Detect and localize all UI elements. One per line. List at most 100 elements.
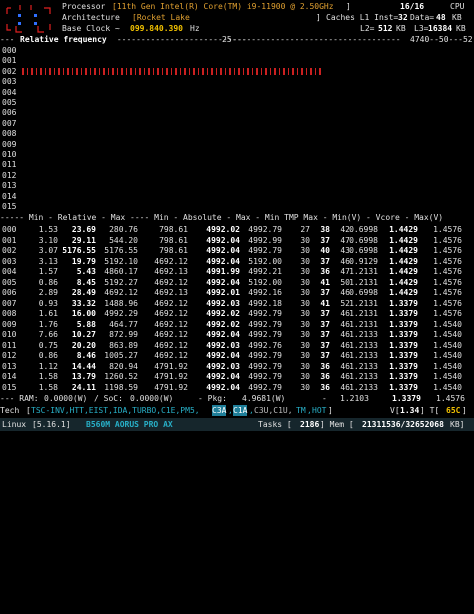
cell-rel: 10.27 xyxy=(71,330,96,339)
temp-label: ] T[ xyxy=(420,406,440,415)
cell-amax: 5192.00 xyxy=(248,277,282,287)
cell-vmax: 1.4576 xyxy=(433,267,462,276)
processor-line: Processor [11th Gen Intel(R) Core(TM) i9… xyxy=(0,1,474,12)
cell-amax: 4992.18 xyxy=(248,298,282,308)
cell-rel: 5176.55 xyxy=(62,246,96,255)
cell-vmin: 1.2131 xyxy=(349,277,378,287)
cell-vmax: 1.4540 xyxy=(433,319,462,329)
cell-amax: 4992.79 xyxy=(248,309,282,318)
pkg-label: - Pkg: xyxy=(198,394,227,403)
l1-data-label: Data= xyxy=(410,13,435,22)
table-row: 009 1.76 5.88 464.77 4692.12 4992.02 4992.79 30… xyxy=(0,319,474,330)
temp-value: 65C xyxy=(446,406,461,415)
cell-amax: 4992.79 xyxy=(248,330,282,339)
cell-amin: 4692.12 xyxy=(154,298,188,308)
cell-vmax: 1.4540 xyxy=(433,361,462,371)
core-id: 001 xyxy=(2,56,17,66)
cell-rel: 28.49 xyxy=(71,288,96,297)
table-row: 007 0.93 33.32 1488.96 4692.12 4992.03 4992.18… xyxy=(0,298,474,309)
cell-abs: 4992.04 xyxy=(206,246,240,255)
cell-id: 014 xyxy=(2,372,17,381)
cell-id: 015 xyxy=(2,382,17,392)
cell-tmp: 37 xyxy=(320,288,330,297)
frequency-row: 012 xyxy=(0,170,474,181)
cell-tmp: 37 xyxy=(320,330,330,339)
cell-tmin: 30 xyxy=(300,340,310,350)
core-id: 009 xyxy=(2,139,17,149)
frequency-row: 000 xyxy=(0,45,474,56)
core-id: 006 xyxy=(2,108,17,118)
cell-max: 1488.96 xyxy=(104,298,138,308)
tasks-label: Tasks [ xyxy=(258,420,292,429)
cell-amin: 4692.12 xyxy=(154,340,188,350)
cell-id: 001 xyxy=(2,235,17,245)
cell-tmin: 30 xyxy=(300,298,310,308)
cell-abs: 4992.04 xyxy=(206,372,240,381)
architecture-close: ] xyxy=(316,13,321,22)
cell-min: 1.57 xyxy=(38,267,58,276)
cell-amax: 4992.79 xyxy=(248,319,282,329)
hz-unit: Hz xyxy=(190,24,200,33)
processor-label: Processor xyxy=(62,2,106,11)
board-name: B560M AORUS PRO AX xyxy=(86,420,173,429)
table-row: 004 1.57 5.43 4860.17 4692.13 4991.99 4992.21 3… xyxy=(0,266,474,277)
cell-amax: 4992.16 xyxy=(248,288,282,297)
core-id: 013 xyxy=(2,181,17,191)
cell-abs: 4992.02 xyxy=(206,309,240,318)
cell-amin: 4692.12 xyxy=(154,330,188,339)
cell-amax: 4992.79 xyxy=(248,225,282,234)
soc-label: / SoC: xyxy=(94,394,123,403)
cell-vcore: 1.3379 xyxy=(389,372,418,381)
ram-power: 0.0000(W) xyxy=(44,394,88,403)
cell-vmin: 1.2131 xyxy=(349,267,378,276)
cell-amin: 4692.13 xyxy=(154,288,188,297)
table-row: 006 2.89 28.49 4692.12 4692.13 4992.01 4992.16… xyxy=(0,287,474,298)
cell-vmin: 1.2133 xyxy=(349,330,378,339)
cell-vmax: 1.4576 xyxy=(433,298,462,308)
kb-unit-3: KB xyxy=(456,24,466,33)
cell-max: 4692.12 xyxy=(104,288,138,297)
terminal-window: Processor [11th Gen Intel(R) Core(TM) i9… xyxy=(0,0,474,440)
cell-abs: 4992.04 xyxy=(206,330,240,339)
cell-id: 008 xyxy=(2,309,17,318)
table-row: 010 7.66 10.27 872.99 4692.12 4992.04 4992.79 3… xyxy=(0,329,474,340)
cell-vmin: 0.6998 xyxy=(349,288,378,297)
cell-abs: 4992.01 xyxy=(206,288,240,297)
cell-tmin: 30 xyxy=(300,256,310,266)
cell-rel: 24.11 xyxy=(71,382,96,392)
frequency-row: 004 xyxy=(0,87,474,98)
table-row: 014 1.58 13.79 1260.52 4791.92 4992.04 4992.79… xyxy=(0,371,474,382)
table-row: 013 1.12 14.44 820.94 4791.92 4992.03 4992.79 3… xyxy=(0,361,474,372)
table-row: 015 1.58 24.11 1198.59 4791.92 4992.04 4992.79… xyxy=(0,382,474,393)
mem-label: ] Mem [ xyxy=(320,420,354,429)
cell-vcore: 1.4429 xyxy=(389,246,418,255)
cell-tmin: 30 xyxy=(300,246,310,255)
voltage-value: 1.34 xyxy=(400,406,420,415)
power-min-sep: - xyxy=(322,394,327,403)
status-bar: Linux [5.16.1] B560M AORUS PRO AX Tasks … xyxy=(0,418,474,431)
cell-vmax: 1.4540 xyxy=(433,372,462,381)
cell-rel: 5.43 xyxy=(76,267,96,276)
l2-label: L2= xyxy=(360,24,375,33)
base-clock-label: Base Clock ~ xyxy=(62,24,120,33)
cell-vcore: 1.4429 xyxy=(389,256,418,266)
cell-vmin: 0.6998 xyxy=(349,246,378,255)
l1-data-value: 48 xyxy=(436,13,446,22)
cell-min: 3.07 xyxy=(38,246,58,255)
power-vcore: 1.3379 xyxy=(392,394,421,403)
cell-min: 3.13 xyxy=(38,256,58,266)
cell-tmin: 30 xyxy=(300,319,310,329)
frequency-row: 006 xyxy=(0,107,474,118)
cell-vcore: 1.4429 xyxy=(389,235,418,245)
cell-rel: 29.11 xyxy=(71,235,96,245)
frequency-row: 015 xyxy=(0,201,474,212)
cell-min: 1.58 xyxy=(38,372,58,381)
cell-vmin: 1.2131 xyxy=(349,298,378,308)
cell-amax: 5192.00 xyxy=(248,256,282,266)
cell-tmin: 30 xyxy=(300,330,310,339)
cell-vcore: 1.3379 xyxy=(389,319,418,329)
cell-vmin: 1.2131 xyxy=(349,319,378,329)
cell-min: 1.76 xyxy=(38,319,58,329)
cell-abs: 4992.04 xyxy=(206,382,240,392)
cell-tmin: 30 xyxy=(300,267,310,276)
